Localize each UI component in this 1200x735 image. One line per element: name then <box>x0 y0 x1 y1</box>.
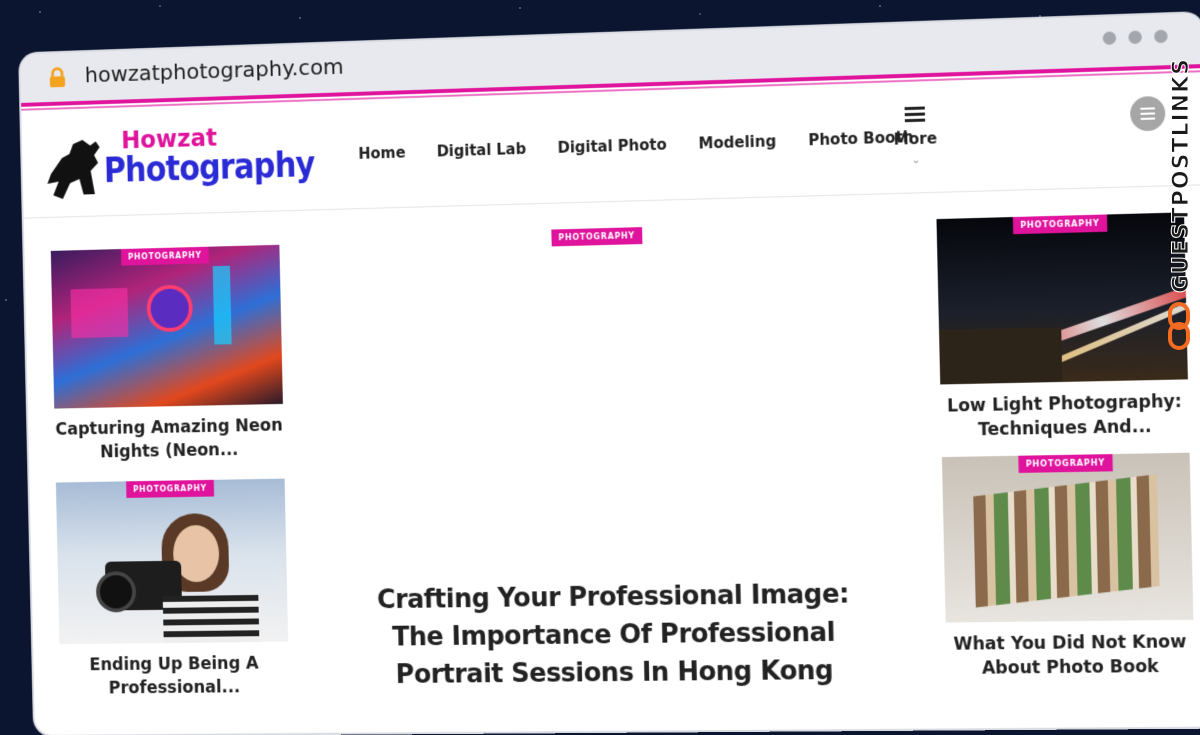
category-badge[interactable]: PHOTOGRAPHY <box>1012 214 1108 235</box>
photographer-silhouette-icon <box>46 139 101 200</box>
article-title[interactable]: Low Light Photography: Techniques And... <box>940 390 1189 443</box>
photographer-woman-image[interactable]: PHOTOGRAPHY <box>55 478 289 645</box>
article-title[interactable]: Ending Up Being A Professional... <box>60 652 290 701</box>
hero-category-badge[interactable]: PHOTOGRAPHY <box>551 227 643 247</box>
photo-book-image[interactable]: PHOTOGRAPHY <box>941 452 1194 623</box>
main-content: PHOTOGRAPHY Capturing Amazing Neon Night… <box>24 185 1200 724</box>
logo-main-text: Photography <box>103 144 315 191</box>
hero-title[interactable]: Crafting Your Professional Image: The Im… <box>356 575 872 694</box>
chevron-down-icon: ⌄ <box>911 152 921 167</box>
striped-shirt-shape <box>162 594 260 644</box>
more-label: More <box>893 129 938 149</box>
main-nav: Home Digital Lab Digital Photo Modeling … <box>358 128 914 163</box>
nav-digital-lab[interactable]: Digital Lab <box>437 140 527 161</box>
article-title[interactable]: What You Did Not Know About Photo Book <box>946 630 1195 681</box>
browser-window: howzatphotography.com Howzat Photography… <box>20 13 1200 735</box>
article-card[interactable]: PHOTOGRAPHY What You Did Not Know About … <box>941 452 1195 681</box>
category-badge[interactable]: PHOTOGRAPHY <box>126 479 214 498</box>
article-card[interactable]: PHOTOGRAPHY Low Light Photography: Techn… <box>936 212 1189 443</box>
nav-digital-photo[interactable]: Digital Photo <box>557 136 667 157</box>
category-badge[interactable]: PHOTOGRAPHY <box>120 246 209 266</box>
window-controls <box>1102 29 1168 45</box>
hamburger-button[interactable] <box>1129 95 1166 132</box>
night-bridge-image[interactable]: PHOTOGRAPHY <box>936 212 1188 385</box>
browser-frame: howzatphotography.com Howzat Photography… <box>16 0 1200 735</box>
nav-home[interactable]: Home <box>358 144 406 163</box>
hamburger-icon <box>1140 107 1155 110</box>
lock-icon <box>47 66 68 88</box>
article-title[interactable]: Capturing Amazing Neon Nights (Neon... <box>54 414 284 465</box>
article-card[interactable]: PHOTOGRAPHY Ending Up Being A Profession… <box>55 478 290 701</box>
category-badge[interactable]: PHOTOGRAPHY <box>1018 454 1113 473</box>
site-logo[interactable]: Howzat Photography <box>41 119 315 205</box>
link-icon <box>1168 302 1190 350</box>
window-dot[interactable] <box>1154 29 1168 44</box>
neon-sign-graphic <box>70 287 129 339</box>
bridge-wall-graphic <box>939 327 1063 385</box>
hamburger-icon <box>1140 117 1156 120</box>
window-dot[interactable] <box>1128 30 1142 45</box>
nav-modeling[interactable]: Modeling <box>698 132 776 152</box>
neon-sign-graphic <box>146 284 194 333</box>
url-text[interactable]: howzatphotography.com <box>84 55 343 88</box>
article-card[interactable]: PHOTOGRAPHY Capturing Amazing Neon Night… <box>50 244 284 465</box>
window-dot[interactable] <box>1102 31 1117 45</box>
photo-pages-graphic <box>973 474 1160 608</box>
neon-street-image[interactable]: PHOTOGRAPHY <box>50 244 283 409</box>
menu-icon <box>904 106 926 123</box>
neon-sign-graphic <box>212 265 232 345</box>
hamburger-icon <box>1140 112 1155 115</box>
watermark-text: GUESTPOSTLINKS <box>1169 58 1195 294</box>
more-menu[interactable]: More ⌄ <box>889 103 941 168</box>
